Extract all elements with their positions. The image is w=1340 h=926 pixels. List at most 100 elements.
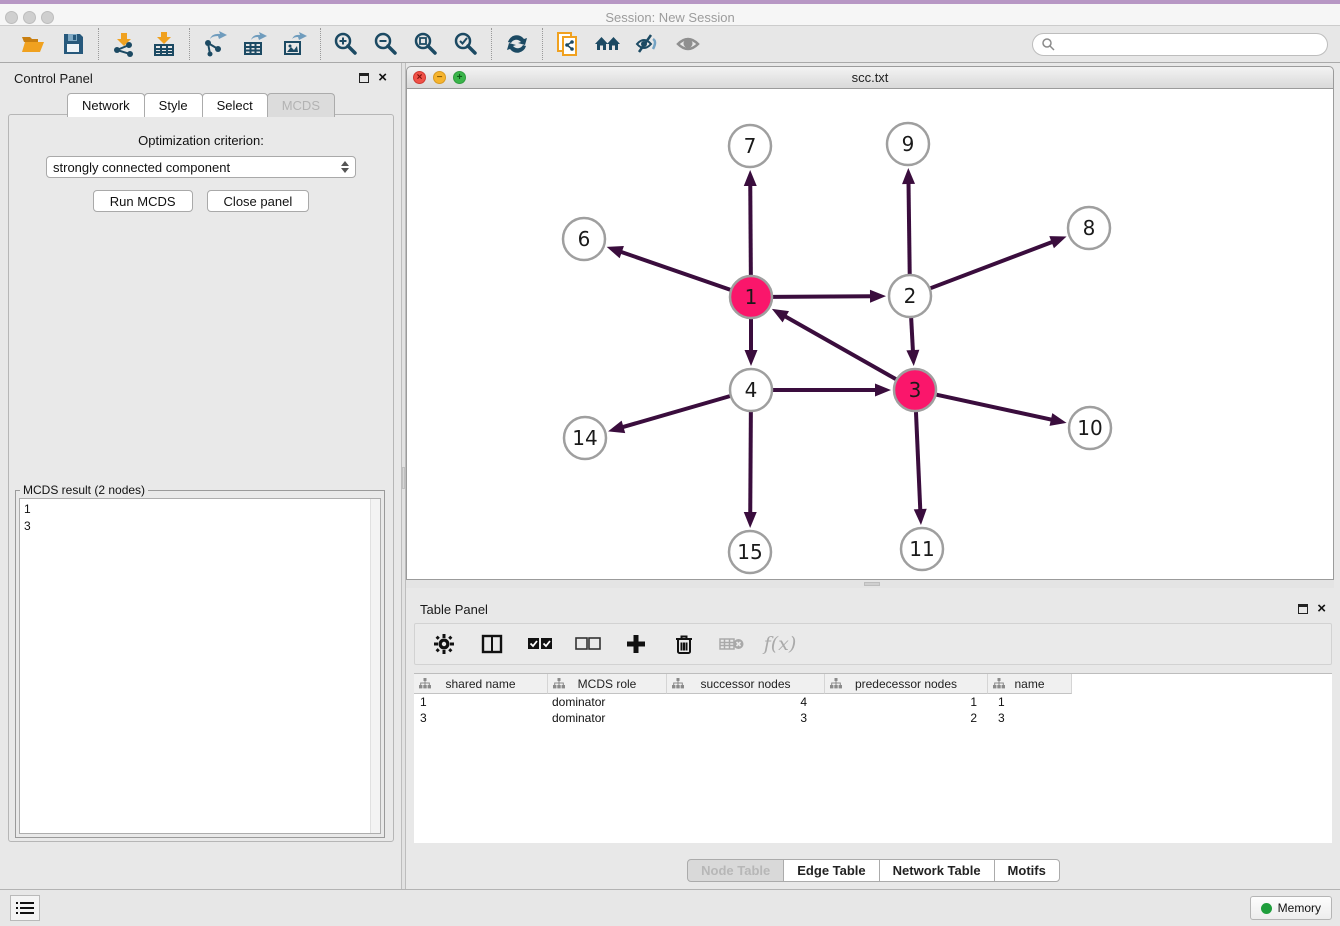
edge-1-6[interactable]	[620, 251, 730, 289]
tab-edge-table[interactable]: Edge Table	[783, 859, 879, 882]
apply-layout-button[interactable]	[502, 29, 532, 59]
edge-1-2[interactable]	[773, 296, 872, 297]
network-close-button[interactable]: ×	[413, 71, 426, 84]
memory-label: Memory	[1278, 901, 1321, 915]
edge-4-14[interactable]	[622, 396, 730, 427]
tab-mcds[interactable]: MCDS	[267, 93, 335, 117]
control-tabs: NetworkStyleSelectMCDS	[0, 93, 401, 117]
export-image-button[interactable]	[280, 29, 310, 59]
network-bottom-splitter[interactable]	[406, 580, 1334, 588]
edge-arrowhead	[744, 170, 757, 186]
window-title: Session: New Session	[0, 8, 1340, 28]
run-mcds-button[interactable]: Run MCDS	[93, 190, 193, 212]
search-input[interactable]	[1061, 37, 1319, 51]
tab-node-table[interactable]: Node Table	[687, 859, 784, 882]
horizontal-splitter-grip[interactable]	[864, 582, 880, 586]
table-cell: dominator	[548, 694, 667, 710]
search-icon	[1041, 37, 1055, 51]
tab-network-table[interactable]: Network Table	[879, 859, 995, 882]
show-column-panel-button[interactable]	[479, 631, 505, 657]
edge-3-1[interactable]	[784, 316, 896, 379]
show-panel-list-button[interactable]	[10, 895, 40, 921]
float-panel-icon[interactable]	[359, 73, 369, 83]
edge-3-10[interactable]	[936, 395, 1052, 420]
column-header-successor-nodes[interactable]: successor nodes	[667, 674, 825, 694]
memory-button[interactable]: Memory	[1250, 896, 1332, 920]
network-window: × − + scc.txt 7968124314101511	[406, 66, 1334, 588]
edge-1-7[interactable]	[750, 184, 751, 275]
tab-style[interactable]: Style	[144, 93, 203, 117]
zoom-selected-button[interactable]	[451, 29, 481, 59]
table-cell: 3	[667, 710, 825, 726]
tab-network[interactable]: Network	[67, 93, 145, 117]
search-field[interactable]	[1032, 33, 1328, 56]
open-folder-icon	[20, 31, 46, 57]
mcds-result-textarea[interactable]: 13	[19, 498, 381, 834]
tab-select[interactable]: Select	[202, 93, 268, 117]
splitter-grip[interactable]	[402, 467, 405, 489]
network-minimize-button[interactable]: −	[433, 71, 446, 84]
save-session-button[interactable]	[58, 29, 88, 59]
table-row[interactable]: 3dominator323	[414, 710, 1332, 726]
edge-4-15[interactable]	[750, 412, 751, 514]
graph-node-label: 15	[737, 540, 762, 564]
function-builder-button[interactable]: f(x)	[767, 631, 793, 657]
graph-node-label: 2	[904, 284, 917, 308]
close-table-panel-icon[interactable]: ×	[1317, 604, 1326, 614]
close-panel-icon[interactable]: ×	[378, 73, 387, 83]
table-panel: Table Panel ×	[406, 595, 1340, 889]
hierarchy-icon	[830, 678, 842, 689]
optimization-criterion-label: Optimization criterion:	[9, 133, 393, 148]
first-neighbors-button[interactable]	[593, 29, 623, 59]
import-table-button[interactable]	[149, 29, 179, 59]
column-label: MCDS role	[578, 677, 637, 691]
open-session-button[interactable]	[18, 29, 48, 59]
gear-icon	[433, 633, 455, 655]
network-window-titlebar[interactable]: × − + scc.txt	[406, 66, 1334, 89]
delete-table-button[interactable]	[719, 631, 745, 657]
zoom-in-button[interactable]	[331, 29, 361, 59]
zoom-fit-icon	[413, 31, 439, 57]
result-lines: 13	[24, 501, 376, 535]
column-header-shared-name[interactable]: shared name	[414, 674, 548, 694]
export-table-button[interactable]	[240, 29, 270, 59]
edge-arrowhead	[608, 421, 625, 433]
edge-3-11[interactable]	[916, 412, 920, 511]
select-all-button[interactable]	[527, 631, 553, 657]
edge-2-9[interactable]	[909, 182, 910, 274]
float-table-panel-icon[interactable]	[1298, 604, 1308, 614]
zoom-fit-button[interactable]	[411, 29, 441, 59]
network-maximize-button[interactable]: +	[453, 71, 466, 84]
column-header-name[interactable]: name	[988, 674, 1072, 694]
network-canvas[interactable]: 7968124314101511	[406, 89, 1334, 580]
edge-2-3[interactable]	[911, 318, 913, 352]
node-table[interactable]: shared name MCDS role successor nodes prede…	[414, 673, 1332, 843]
edge-arrowhead	[902, 168, 915, 184]
add-column-button[interactable]	[623, 631, 649, 657]
zoom-in-icon	[333, 31, 359, 57]
optimization-criterion-dropdown[interactable]: strongly connected component	[46, 156, 356, 178]
deselect-all-button[interactable]	[575, 631, 601, 657]
column-header-predecessor-nodes[interactable]: predecessor nodes	[825, 674, 988, 694]
column-label: name	[1014, 677, 1044, 691]
import-network-button[interactable]	[109, 29, 139, 59]
column-header-MCDS-role[interactable]: MCDS role	[548, 674, 667, 694]
result-scrollbar[interactable]	[370, 499, 380, 833]
delete-column-button[interactable]	[671, 631, 697, 657]
table-row[interactable]: 1dominator411	[414, 694, 1332, 710]
export-network-icon	[202, 31, 228, 57]
edge-2-8[interactable]	[931, 241, 1054, 288]
show-all-button[interactable]	[673, 29, 703, 59]
export-network-button[interactable]	[200, 29, 230, 59]
duplicate-network-button[interactable]	[553, 29, 583, 59]
hide-selected-button[interactable]	[633, 29, 663, 59]
tab-motifs[interactable]: Motifs	[994, 859, 1060, 882]
column-label: successor nodes	[700, 677, 790, 691]
edge-arrowhead	[875, 384, 891, 397]
edge-arrowhead	[607, 246, 624, 258]
settings-gear-button[interactable]	[431, 631, 457, 657]
close-panel-button[interactable]: Close panel	[207, 190, 310, 212]
export-table-icon	[242, 31, 268, 57]
hierarchy-icon	[419, 678, 431, 689]
zoom-out-button[interactable]	[371, 29, 401, 59]
